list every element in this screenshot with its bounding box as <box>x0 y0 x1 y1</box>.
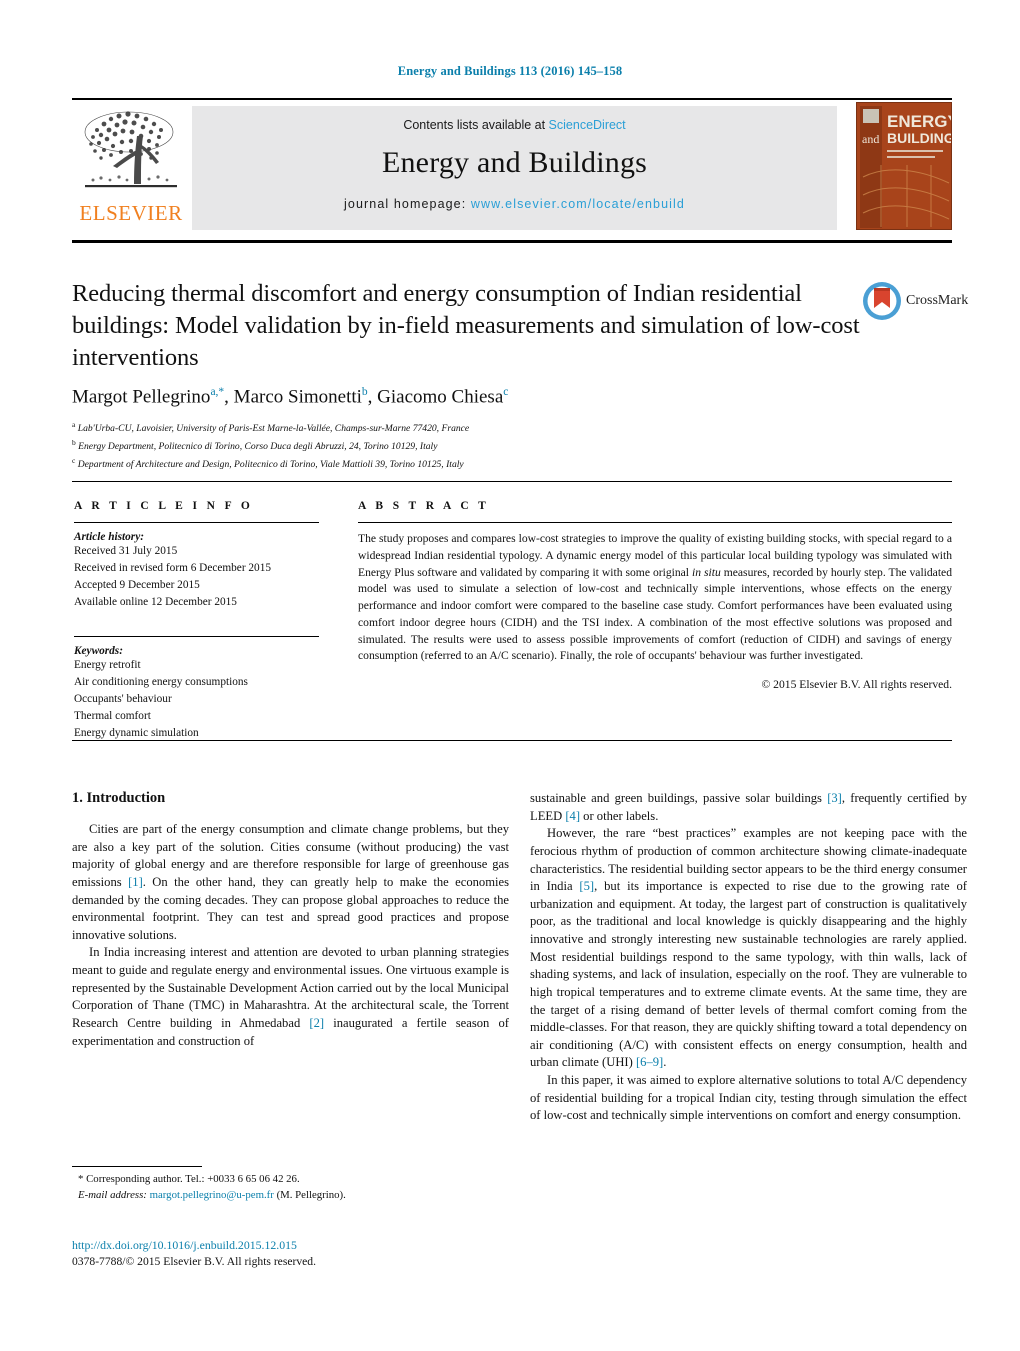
contents-prefix: Contents lists available at <box>403 118 549 132</box>
corresponding-author-footnote: * Corresponding author. Tel.: +0033 6 65… <box>72 1172 512 1203</box>
masthead-bottom-rule <box>72 240 952 243</box>
journal-masthead: ELSEVIER Contents lists available at Sci… <box>72 98 952 236</box>
journal-homepage-line: journal homepage: www.elsevier.com/locat… <box>192 197 837 211</box>
doi-link[interactable]: http://dx.doi.org/10.1016/j.enbuild.2015… <box>72 1238 297 1252</box>
article-history-label: Article history: <box>74 531 144 543</box>
paper-page: Energy and Buildings 113 (2016) 145–158 <box>0 0 1020 1351</box>
masthead-panel: Contents lists available at ScienceDirec… <box>192 106 837 230</box>
crossmark-icon <box>863 282 901 320</box>
abstract-copyright: © 2015 Elsevier B.V. All rights reserved… <box>761 678 952 691</box>
abstract-column: A B S T R A C T The study proposes and c… <box>358 500 952 691</box>
sciencedirect-link[interactable]: ScienceDirect <box>549 118 626 132</box>
journal-title: Energy and Buildings <box>381 146 648 179</box>
page-title: Reducing thermal discomfort and energy c… <box>72 280 860 371</box>
left-paragraphs: Cities are part of the energy consumptio… <box>72 821 509 1050</box>
body-column-right: sustainable and green buildings, passive… <box>530 790 967 1125</box>
article-history-item: Received in revised form 6 December 2015 <box>74 562 271 575</box>
article-history-item: Available online 12 December 2015 <box>74 596 237 609</box>
abstract-text: The study proposes and compares low-cost… <box>358 532 952 663</box>
article-info-column: A R T I C L E I N F O Article history: R… <box>74 500 319 742</box>
elsevier-wordmark: ELSEVIER <box>79 201 183 225</box>
svg-text:and: and <box>862 132 879 146</box>
affiliation-a: a Lab'Urba-CU, Lavoisier, University of … <box>72 420 470 435</box>
issn-copyright-line: 0378-7788/© 2015 Elsevier B.V. All right… <box>72 1255 316 1269</box>
corresponding-author-line: * Corresponding author. Tel.: +0033 6 65… <box>78 1173 300 1185</box>
footer-identifiers: http://dx.doi.org/10.1016/j.enbuild.2015… <box>72 1237 512 1271</box>
keywords-label: Keywords: <box>74 644 123 657</box>
crossmark-label: CrossMark <box>906 293 969 308</box>
running-head: Energy and Buildings 113 (2016) 145–158 <box>397 64 623 78</box>
email-link[interactable]: margot.pellegrino@u-pem.fr <box>150 1189 274 1201</box>
body-paragraph: Cities are part of the energy consumptio… <box>72 822 509 942</box>
title-block: Reducing thermal discomfort and energy c… <box>72 278 862 374</box>
article-history-item: Received 31 July 2015 <box>74 545 178 557</box>
svg-text:BUILDINGS: BUILDINGS <box>887 130 952 146</box>
body-paragraph: sustainable and green buildings, passive… <box>530 791 968 823</box>
keyword-item: Thermal comfort <box>74 710 151 723</box>
email-label: E-mail address: <box>78 1188 147 1201</box>
masthead-top-rule <box>72 98 952 100</box>
article-history-list: Received 31 July 2015 Received in revised… <box>74 543 319 612</box>
abstract-divider <box>358 522 952 523</box>
body-paragraph: In this paper, it was aimed to explore a… <box>530 1073 967 1123</box>
journal-homepage-link[interactable]: www.elsevier.com/locate/enbuild <box>471 197 685 211</box>
keywords-list: Energy retrofit Air conditioning energy c… <box>74 657 319 743</box>
keyword-item: Energy retrofit <box>74 658 141 671</box>
body-paragraph: However, the rare “best practices” examp… <box>530 826 967 1070</box>
keyword-item: Occupants' behaviour <box>74 692 172 705</box>
affiliation-b: b Energy Department, Politecnico di Tori… <box>72 438 438 453</box>
affiliation-list: a Lab'Urba-CU, Lavoisier, University of … <box>72 419 892 473</box>
elsevier-logo: ELSEVIER <box>72 106 190 230</box>
article-info-heading: A R T I C L E I N F O <box>74 500 254 512</box>
author-list: Margot Pellegrinoa,*, Marco Simonettib, … <box>72 386 509 408</box>
abstract-heading: A B S T R A C T <box>358 500 490 512</box>
email-suffix: (M. Pellegrino). <box>276 1188 346 1201</box>
elsevier-tree-icon <box>84 111 177 188</box>
footnote-rule <box>72 1166 202 1167</box>
article-history-item: Accepted 9 December 2015 <box>74 579 200 592</box>
crossmark-badge[interactable]: CrossMark <box>862 281 968 323</box>
svg-text:ENERGY: ENERGY <box>887 112 952 131</box>
email-line: E-mail address: margot.pellegrino@u-pem.… <box>72 1188 512 1204</box>
body-paragraph: In India increasing interest and attenti… <box>72 945 509 1048</box>
article-info-divider <box>74 522 319 523</box>
body-column-left: 1. Introduction Cities are part of the e… <box>72 790 509 1050</box>
journal-cover-art: ENERGY BUILDINGS and <box>857 103 952 229</box>
journal-cover-thumbnail: ENERGY BUILDINGS and <box>856 102 952 230</box>
info-rule-bottom <box>72 740 952 741</box>
section-heading-introduction: 1. Introduction <box>72 790 166 806</box>
keywords-divider <box>74 635 319 637</box>
right-paragraphs: sustainable and green buildings, passive… <box>530 790 967 1125</box>
contents-available-line: Contents lists available at ScienceDirec… <box>192 106 837 132</box>
affiliation-c: c Department of Architecture and Design,… <box>72 456 464 471</box>
keyword-item: Air conditioning energy consumptions <box>74 675 248 688</box>
info-rule-top <box>72 481 952 482</box>
homepage-prefix: journal homepage: <box>344 197 471 211</box>
